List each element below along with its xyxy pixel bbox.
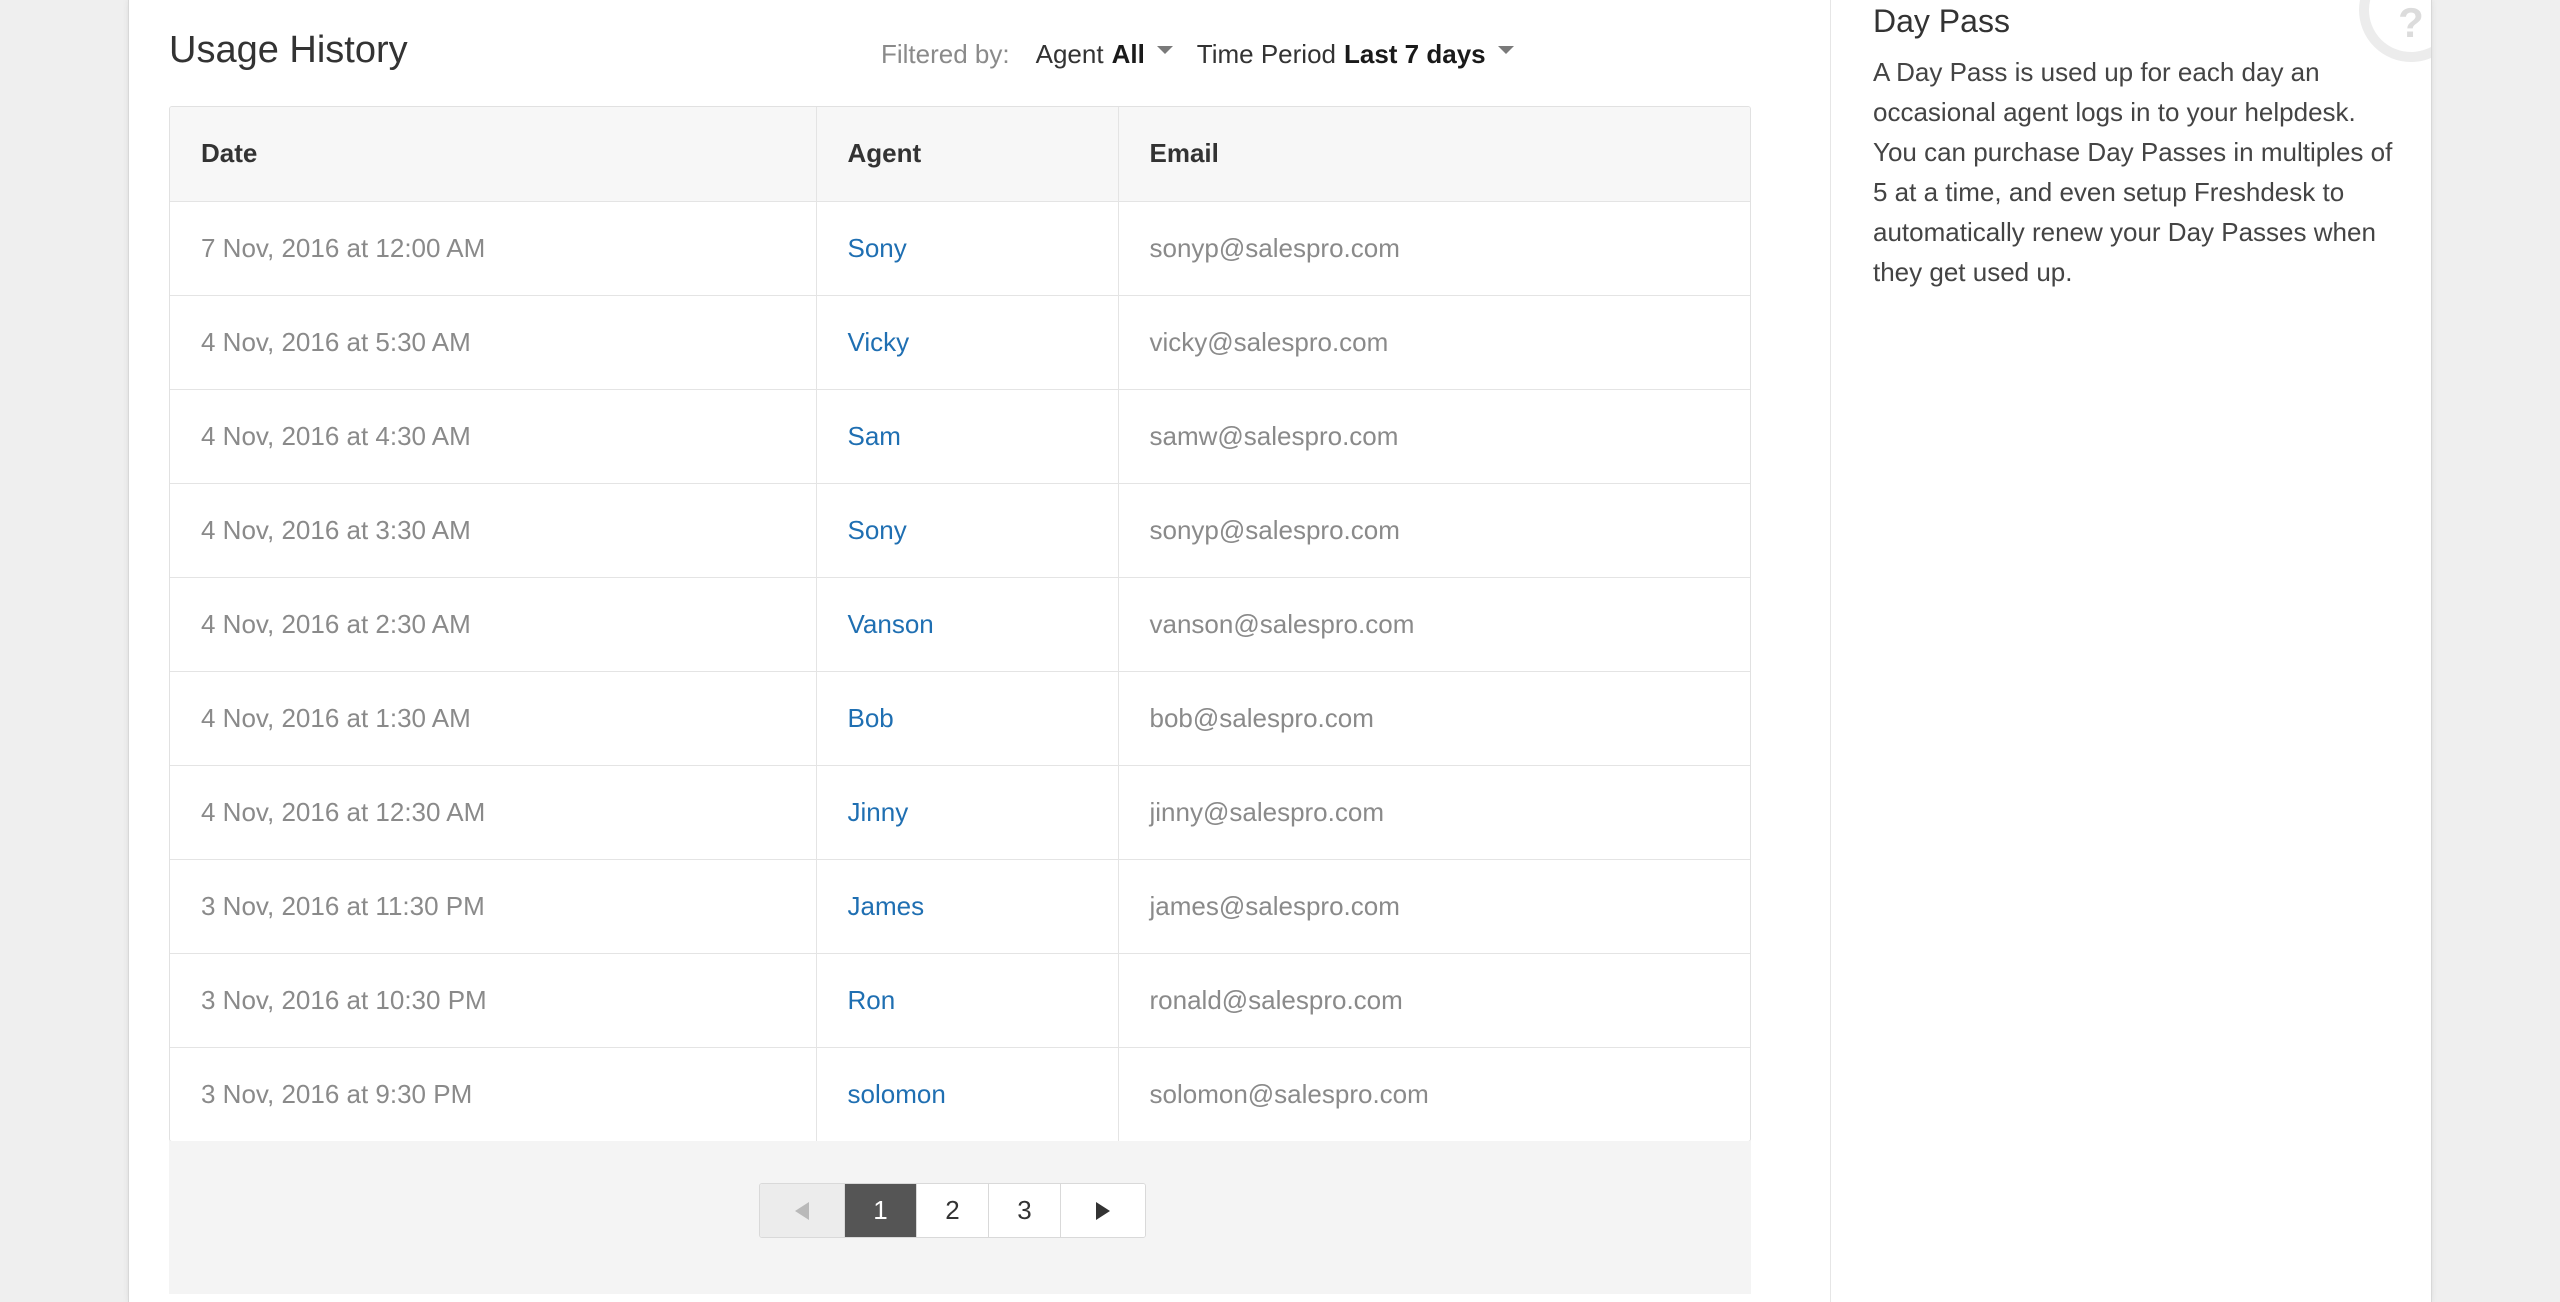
triangle-left-icon xyxy=(795,1201,809,1220)
time-period-filter-value: Last 7 days xyxy=(1344,39,1486,69)
agent-link[interactable]: Sony xyxy=(848,515,907,545)
time-period-filter-dropdown[interactable]: Time Period Last 7 days xyxy=(1197,38,1514,70)
filters-bar: Filtered by: Agent All Time Period Last … xyxy=(881,38,1538,70)
sidebar-title: Day Pass xyxy=(1873,3,2010,39)
agent-cell: Ron xyxy=(816,953,1119,1048)
agent-link[interactable]: Jinny xyxy=(848,797,909,827)
page-card: Usage History Filtered by: Agent All Tim… xyxy=(128,0,2432,1302)
page-button-3[interactable]: 3 xyxy=(989,1184,1061,1237)
pagination: 1 2 3 xyxy=(759,1183,1146,1238)
chevron-down-icon xyxy=(1156,46,1173,54)
email-cell: bob@salespro.com xyxy=(1118,671,1750,766)
date-cell: 7 Nov, 2016 at 12:00 AM xyxy=(170,201,817,296)
table-row: 4 Nov, 2016 at 4:30 AM Sam samw@salespro… xyxy=(170,389,1750,484)
agent-link[interactable]: Ron xyxy=(848,985,896,1015)
agent-filter-label: Agent xyxy=(1035,39,1104,69)
table-header-row: Date Agent Email xyxy=(170,107,1750,202)
chevron-down-icon xyxy=(1497,46,1514,54)
table-row: 4 Nov, 2016 at 12:30 AM Jinny jinny@sale… xyxy=(170,765,1750,860)
date-cell: 4 Nov, 2016 at 4:30 AM xyxy=(170,389,817,484)
agent-cell: Sony xyxy=(816,483,1119,578)
table-row: 4 Nov, 2016 at 3:30 AM Sony sonyp@salesp… xyxy=(170,483,1750,578)
page-button-2[interactable]: 2 xyxy=(917,1184,989,1237)
email-cell: jinny@salespro.com xyxy=(1118,765,1750,860)
column-header-date: Date xyxy=(170,107,817,202)
agent-link[interactable]: Sam xyxy=(848,421,901,451)
agent-cell: Jinny xyxy=(816,765,1119,860)
date-cell: 3 Nov, 2016 at 9:30 PM xyxy=(170,1047,817,1141)
pagination-footer: 1 2 3 xyxy=(169,1141,1751,1294)
triangle-right-icon xyxy=(1096,1201,1110,1220)
table-row: 3 Nov, 2016 at 10:30 PM Ron ronald@sales… xyxy=(170,953,1750,1048)
agent-cell: Vanson xyxy=(816,577,1119,672)
agent-filter-dropdown[interactable]: Agent All xyxy=(1036,38,1173,70)
agent-cell: James xyxy=(816,859,1119,954)
usage-history-header: Usage History Filtered by: Agent All Tim… xyxy=(169,24,1751,80)
agent-cell: Sony xyxy=(816,201,1119,296)
page-title: Usage History xyxy=(169,29,408,71)
email-cell: james@salespro.com xyxy=(1118,859,1750,954)
agent-link[interactable]: Vicky xyxy=(848,327,910,357)
day-pass-sidebar: ? Day Pass A Day Pass is used up for eac… xyxy=(1830,0,2431,1302)
table-row: 4 Nov, 2016 at 1:30 AM Bob bob@salespro.… xyxy=(170,671,1750,766)
date-cell: 3 Nov, 2016 at 11:30 PM xyxy=(170,859,817,954)
usage-table-container: Date Agent Email 7 Nov, 2016 at 12:00 AM… xyxy=(169,106,1751,1142)
table-row: 3 Nov, 2016 at 9:30 PM solomon solomon@s… xyxy=(170,1047,1750,1141)
email-cell: sonyp@salespro.com xyxy=(1118,201,1750,296)
agent-cell: Vicky xyxy=(816,295,1119,390)
column-header-agent: Agent xyxy=(816,107,1119,202)
date-cell: 4 Nov, 2016 at 5:30 AM xyxy=(170,295,817,390)
email-cell: samw@salespro.com xyxy=(1118,389,1750,484)
date-cell: 4 Nov, 2016 at 12:30 AM xyxy=(170,765,817,860)
agent-filter-value: All xyxy=(1111,39,1145,69)
time-period-filter-label: Time Period xyxy=(1196,39,1336,69)
email-cell: solomon@salespro.com xyxy=(1149,1078,1429,1109)
agent-link[interactable]: Sony xyxy=(848,233,907,263)
table-row: 3 Nov, 2016 at 11:30 PM James james@sale… xyxy=(170,859,1750,954)
date-cell: 3 Nov, 2016 at 10:30 PM xyxy=(170,953,817,1048)
table-row: 4 Nov, 2016 at 5:30 AM Vicky vicky@sales… xyxy=(170,295,1750,390)
previous-page-button[interactable] xyxy=(760,1184,845,1237)
date-cell: 4 Nov, 2016 at 3:30 AM xyxy=(170,483,817,578)
email-cell: sonyp@salespro.com xyxy=(1118,483,1750,578)
filtered-by-label: Filtered by: xyxy=(881,39,1010,69)
email-cell: vicky@salespro.com xyxy=(1118,295,1750,390)
agent-cell: Bob xyxy=(816,671,1119,766)
agent-link[interactable]: Vanson xyxy=(848,609,934,639)
usage-table: Date Agent Email 7 Nov, 2016 at 12:00 AM… xyxy=(170,107,1750,1141)
agent-cell: Sam xyxy=(816,389,1119,484)
email-cell: vanson@salespro.com xyxy=(1118,577,1750,672)
email-cell: ronald@salespro.com xyxy=(1118,953,1750,1048)
date-cell: 4 Nov, 2016 at 2:30 AM xyxy=(170,577,817,672)
sidebar-description: A Day Pass is used up for each day an oc… xyxy=(1873,57,2393,287)
date-cell: 4 Nov, 2016 at 1:30 AM xyxy=(170,671,817,766)
agent-link[interactable]: James xyxy=(848,891,925,921)
agent-cell: solomon xyxy=(816,1047,1119,1141)
agent-link[interactable]: solomon xyxy=(848,1079,946,1109)
page-button-1[interactable]: 1 xyxy=(845,1184,917,1237)
table-row: 4 Nov, 2016 at 2:30 AM Vanson vanson@sal… xyxy=(170,577,1750,672)
next-page-button[interactable] xyxy=(1061,1184,1145,1237)
agent-link[interactable]: Bob xyxy=(848,703,894,733)
usage-history-panel: Usage History Filtered by: Agent All Tim… xyxy=(169,0,1751,1302)
column-header-email: Email xyxy=(1118,107,1750,202)
table-row: 7 Nov, 2016 at 12:00 AM Sony sonyp@sales… xyxy=(170,201,1750,296)
